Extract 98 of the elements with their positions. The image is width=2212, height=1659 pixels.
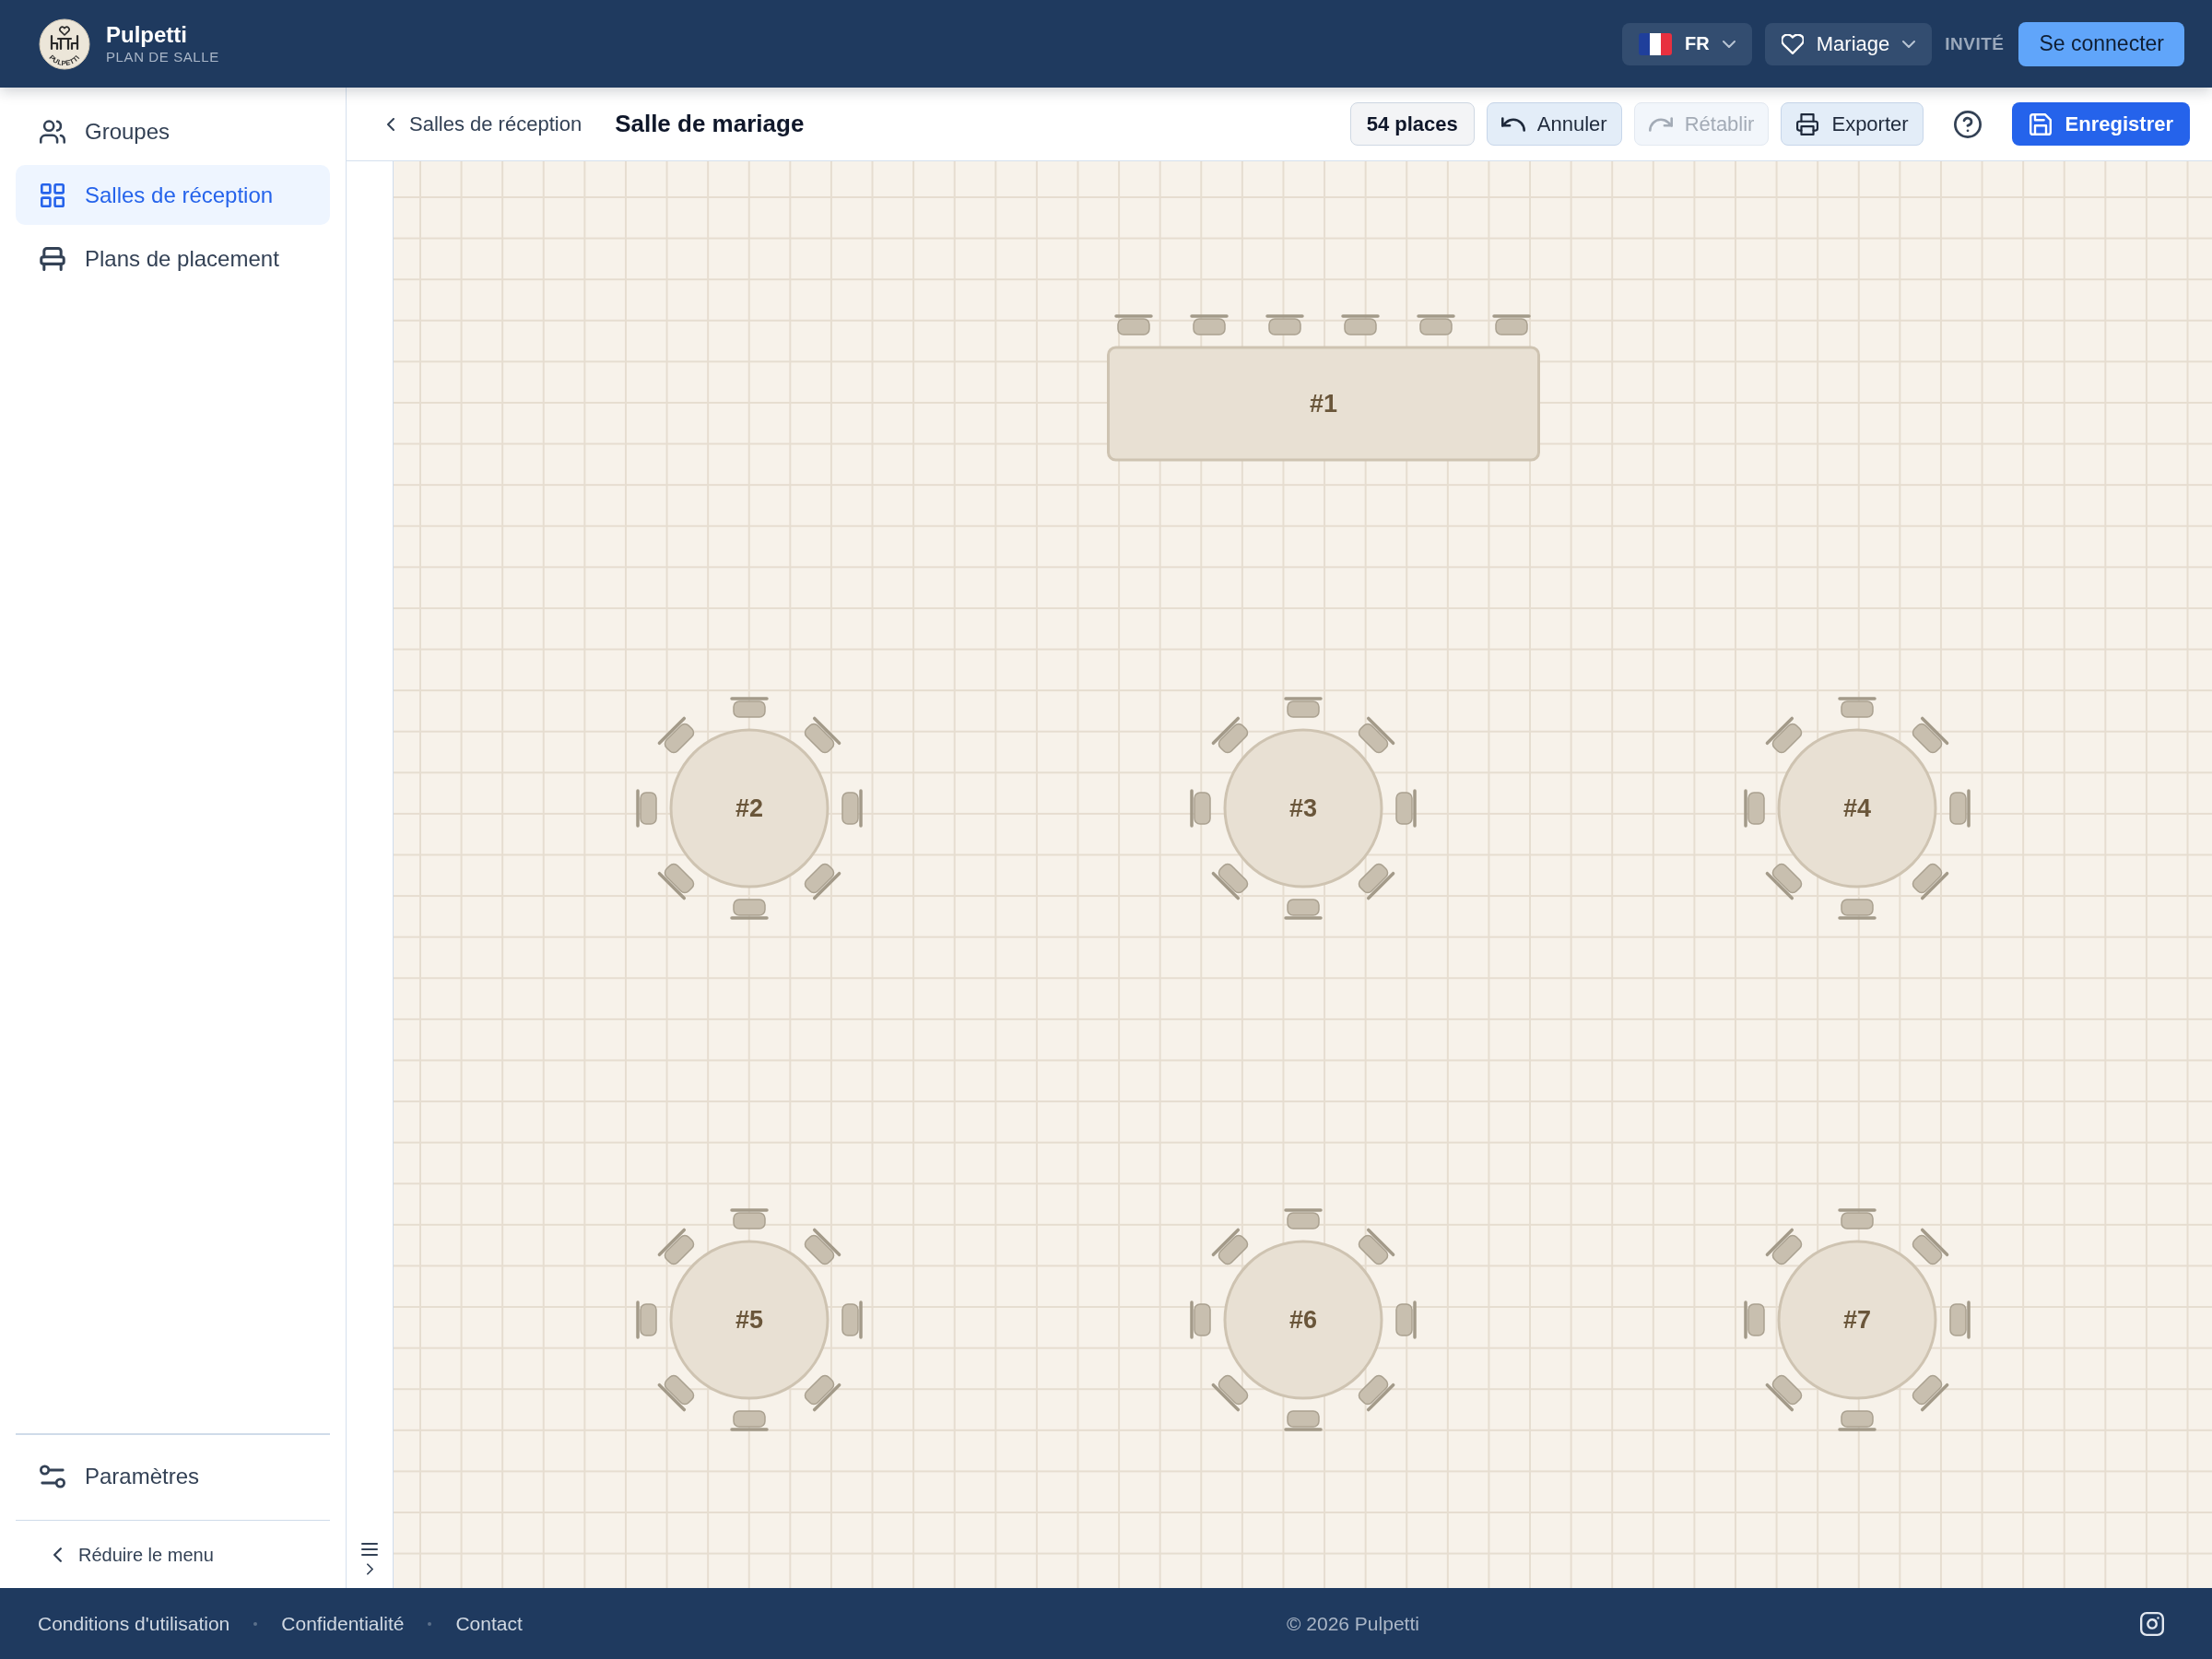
copyright-text: © 2026 Pulpetti xyxy=(1287,1612,1419,1635)
chair-icon xyxy=(657,1372,697,1412)
round-table[interactable] xyxy=(669,728,829,888)
round-table[interactable] xyxy=(1777,1240,1936,1400)
chair-icon xyxy=(657,1228,697,1267)
chevron-right-icon xyxy=(366,1563,373,1575)
chair-icon xyxy=(1743,1300,1765,1339)
table-number: #3 xyxy=(1288,794,1317,822)
table-number: #5 xyxy=(735,1306,763,1334)
event-selector[interactable]: Mariage xyxy=(1764,22,1933,65)
separator-dot-icon xyxy=(428,1621,432,1626)
instagram-icon[interactable] xyxy=(2140,1611,2164,1636)
chair-icon xyxy=(841,1300,863,1339)
round-table[interactable] xyxy=(1223,728,1382,888)
login-button[interactable]: Se connecter xyxy=(2018,21,2184,66)
chair-icon xyxy=(1837,1410,1877,1431)
chair-icon xyxy=(841,789,863,828)
settings-item[interactable]: Paramètres xyxy=(16,1446,330,1507)
table-number: #6 xyxy=(1288,1306,1317,1334)
heart-icon xyxy=(59,26,70,36)
save-button[interactable]: Enregistrer xyxy=(2011,102,2190,146)
chair-icon xyxy=(1113,314,1153,335)
footer-link[interactable]: Conditions d'utilisation xyxy=(38,1612,230,1635)
chair-icon xyxy=(1837,697,1877,718)
table-number: #1 xyxy=(1309,390,1337,418)
chair-icon xyxy=(1189,789,1211,828)
chair-icon xyxy=(1765,716,1805,756)
table-number: #2 xyxy=(735,794,763,822)
chair-icon xyxy=(1283,697,1323,718)
chair-icon xyxy=(1265,314,1304,335)
users-icon xyxy=(40,119,65,144)
chair-icon xyxy=(1837,1208,1877,1230)
chair-icon xyxy=(1394,1300,1417,1339)
chair-icon xyxy=(1211,716,1251,756)
save-icon xyxy=(2028,112,2053,135)
capacity-badge: 54 places xyxy=(1349,102,1475,146)
chair-icon xyxy=(1394,789,1417,828)
sliders-icon xyxy=(40,1465,65,1488)
chair-icon xyxy=(635,1300,657,1339)
chair-icon xyxy=(1189,1300,1211,1339)
app-subtitle: PLAN DE SALLE xyxy=(106,48,219,65)
chair-icon xyxy=(729,697,769,718)
round-table[interactable] xyxy=(1777,728,1936,888)
chair-icon xyxy=(1491,314,1531,335)
sidebar-item[interactable]: Salles de réception xyxy=(16,165,330,225)
chair-icon xyxy=(1211,861,1251,900)
language-selector[interactable]: FR xyxy=(1622,22,1752,65)
chair-icon xyxy=(1765,861,1805,900)
chair-icon xyxy=(1765,1228,1805,1267)
heart-icon xyxy=(1781,33,1804,54)
chair-icon xyxy=(1948,1300,1971,1339)
round-table[interactable] xyxy=(669,1240,829,1400)
chair-icon xyxy=(729,1410,769,1431)
chair-icon xyxy=(635,789,657,828)
chair-icon xyxy=(1743,789,1765,828)
app-name: Pulpetti xyxy=(106,22,188,48)
chair-icon xyxy=(1948,789,1971,828)
menu-icon xyxy=(360,1543,379,1556)
chair-icon xyxy=(657,861,697,900)
panel-toggle-button[interactable] xyxy=(359,1541,381,1577)
chevron-left-icon xyxy=(387,117,394,131)
chair-icon xyxy=(1416,314,1455,335)
toolbar-button[interactable]: Exporter xyxy=(1781,102,1924,146)
chair-icon xyxy=(1189,314,1229,335)
chevron-down-icon xyxy=(1902,40,1916,48)
printer-icon xyxy=(1795,112,1820,135)
toolbar-button[interactable]: Annuler xyxy=(1486,102,1622,146)
table-number: #7 xyxy=(1842,1306,1871,1334)
chair-icon xyxy=(1211,1372,1251,1412)
table-number: #4 xyxy=(1842,794,1871,822)
chair-icon xyxy=(1283,899,1323,920)
footer-link[interactable]: Contact xyxy=(455,1612,523,1635)
chair-icon xyxy=(729,899,769,920)
long-table[interactable] xyxy=(1106,346,1540,462)
chevron-left-icon xyxy=(53,1547,62,1562)
chair-icon xyxy=(1837,899,1877,920)
chair-icon xyxy=(1283,1410,1323,1431)
chair-icon xyxy=(1283,1208,1323,1230)
round-table[interactable] xyxy=(1223,1240,1382,1400)
collapse-menu-link[interactable]: Réduire le menu xyxy=(16,1532,330,1578)
table-and-chairs-drawing xyxy=(50,34,79,50)
chair-icon xyxy=(1211,1228,1251,1267)
separator-dot-icon xyxy=(253,1621,258,1626)
chair-icon xyxy=(1765,1372,1805,1412)
chevron-down-icon xyxy=(1722,40,1735,48)
page-title: Salle de mariage xyxy=(615,110,805,138)
sidebar-item[interactable]: Groupes xyxy=(16,101,330,161)
chair-icon xyxy=(1340,314,1380,335)
footer-link[interactable]: Confidentialité xyxy=(281,1612,405,1635)
flag-icon xyxy=(1639,32,1673,55)
role-label: INVITÉ xyxy=(1945,33,2005,54)
chair-icon xyxy=(729,1208,769,1230)
chair-icon xyxy=(657,716,697,756)
help-icon[interactable] xyxy=(1953,110,1982,138)
back-link[interactable]: Salles de réception xyxy=(387,112,582,136)
grid-icon xyxy=(40,182,65,207)
seat-icon xyxy=(40,246,65,271)
sidebar-item[interactable]: Plans de placement xyxy=(16,229,330,288)
